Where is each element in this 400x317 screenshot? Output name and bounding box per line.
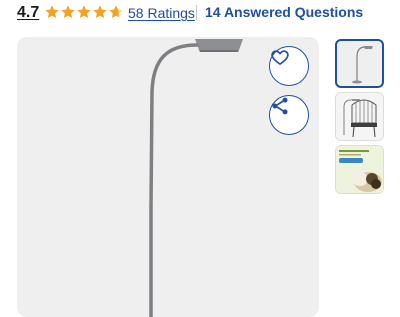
star-icon xyxy=(61,5,75,18)
ratings-count-link[interactable]: 58 Ratings xyxy=(128,5,195,21)
thumbnail-floor-lamp[interactable] xyxy=(335,39,384,88)
heart-icon xyxy=(271,50,289,65)
review-promo-thumbnail-image xyxy=(336,146,383,193)
rating-bar: 4.7 58 Ratings 14 Answered Questions xyxy=(0,0,400,26)
birdcage-thumbnail-image xyxy=(336,93,383,140)
share-icon xyxy=(272,97,288,115)
answered-questions-link[interactable]: 14 Answered Questions xyxy=(205,4,363,20)
star-half-icon xyxy=(109,5,123,18)
floor-lamp-thumbnail-image xyxy=(352,46,373,84)
rating-value[interactable]: 4.7 xyxy=(17,4,39,22)
star-icon xyxy=(93,5,107,18)
star-icon xyxy=(45,5,59,18)
star-icon xyxy=(77,5,91,18)
divider xyxy=(196,5,197,20)
star-rating xyxy=(44,4,124,20)
thumbnail-review-promo[interactable] xyxy=(335,145,384,194)
share-button[interactable] xyxy=(269,95,309,135)
favorite-button[interactable] xyxy=(269,46,309,86)
thumbnail-birdcage[interactable] xyxy=(335,92,384,141)
main-product-image[interactable] xyxy=(17,37,319,317)
